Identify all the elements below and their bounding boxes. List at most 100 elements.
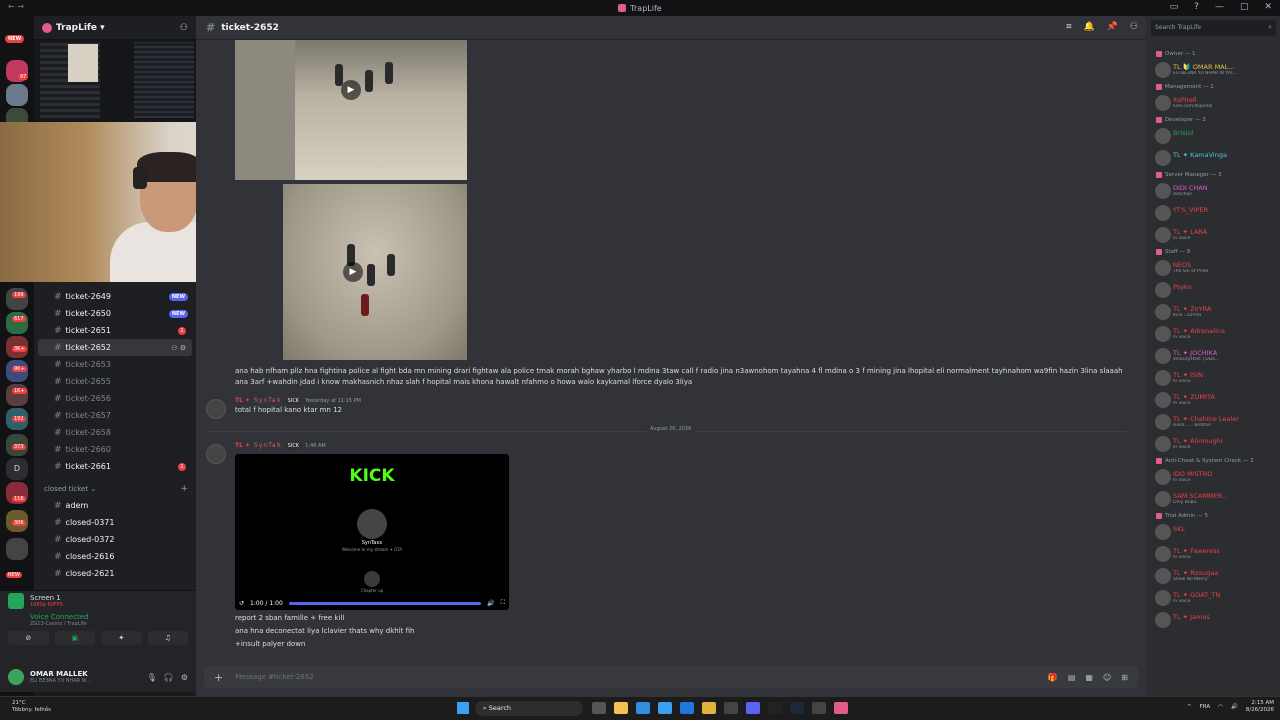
server-header[interactable]: TrapLife ▾ ⚇ xyxy=(34,16,196,40)
username[interactable]: SynTaX xyxy=(254,442,282,449)
add-channel-icon[interactable]: + xyxy=(180,484,188,494)
server-icon[interactable]: D xyxy=(6,458,28,480)
volume-icon[interactable]: 🔊 xyxy=(487,600,494,607)
member-item[interactable]: SAM SCAMMER... Only BuBu xyxy=(1146,488,1280,510)
member-item[interactable]: ItsPirell kick.com/itspirelli xyxy=(1146,92,1280,114)
member-item[interactable]: DIDI CHAN didichan xyxy=(1146,180,1280,202)
steam-icon[interactable] xyxy=(790,702,804,714)
channel-item[interactable]: # ticket-2656 xyxy=(38,390,192,407)
pin-icon[interactable]: 📌 xyxy=(1107,22,1118,32)
avatar[interactable] xyxy=(206,399,226,419)
member-item[interactable]: SKL xyxy=(1146,521,1280,543)
nav-arrows[interactable]: ← → xyxy=(8,2,24,11)
member-item[interactable]: TL ✦ JOCHIKA VelocityHost | DDo... xyxy=(1146,345,1280,367)
category-closed-ticket[interactable]: closed ticket ⌄ + xyxy=(34,481,196,497)
search-input[interactable]: Search TrapLife ⌕ xyxy=(1151,20,1276,36)
channel-item[interactable]: # ticket-2655 xyxy=(38,373,192,390)
play-icon[interactable]: ▶ xyxy=(343,262,363,282)
channel-item[interactable]: # closed-2616 xyxy=(38,548,192,565)
member-item[interactable]: TL ✦ LARA In voice xyxy=(1146,224,1280,246)
channel-item-selected[interactable]: # ticket-2652 ⚇ ⚙ xyxy=(38,339,192,356)
member-item[interactable]: IDO MISTRO In voice xyxy=(1146,466,1280,488)
close-button[interactable]: ✕ xyxy=(1264,2,1272,12)
bell-icon[interactable]: 🔔 xyxy=(1083,22,1094,32)
member-item[interactable]: TL ✦ Alimoughi In voice xyxy=(1146,433,1280,455)
message-input[interactable]: Message #ticket-2652 xyxy=(235,673,314,681)
server-icon[interactable] xyxy=(6,84,28,106)
play-icon[interactable]: ▶ xyxy=(341,80,361,100)
attach-icon[interactable]: + xyxy=(214,671,223,684)
camera-button[interactable]: ⊘ xyxy=(8,631,49,645)
inbox-icon[interactable]: ▭ xyxy=(1170,2,1179,12)
channel-item[interactable]: # closed-2621 xyxy=(38,565,192,582)
emoji-icon[interactable]: ☺ xyxy=(1103,673,1111,682)
channel-settings-icon[interactable]: ⚇ ⚙ xyxy=(171,344,186,352)
mail-icon[interactable] xyxy=(680,702,694,714)
member-item[interactable]: Psyko xyxy=(1146,279,1280,301)
member-item[interactable]: TL ✦ Faweress In voice xyxy=(1146,543,1280,565)
channel-item[interactable]: # ticket-2657 xyxy=(38,407,192,424)
channel-item[interactable]: # ticket-2661 1 xyxy=(38,458,192,475)
channel-item[interactable]: # ticket-2651 1 xyxy=(38,322,192,339)
activity-button[interactable]: ✦ xyxy=(101,631,142,645)
member-item[interactable]: Bristol xyxy=(1146,125,1280,147)
headphones-icon[interactable]: 🎧 xyxy=(164,673,174,682)
add-member-icon[interactable]: ⚇ xyxy=(180,23,188,33)
channel-item[interactable]: # ticket-2658 xyxy=(38,424,192,441)
clock[interactable]: 2:15 AM 8/26/2026 xyxy=(1246,700,1274,714)
sticker-icon[interactable]: ▦ xyxy=(1085,673,1093,682)
channel-item[interactable]: # ticket-2649 NEW xyxy=(38,288,192,305)
fullscreen-icon[interactable]: ⛶ xyxy=(501,599,505,607)
gift-icon[interactable]: 🎁 xyxy=(1048,673,1058,682)
members-icon[interactable]: ⚇ xyxy=(1130,22,1138,32)
threads-icon[interactable]: ⌗ xyxy=(1066,22,1071,32)
member-item[interactable]: TL ✦ ZUMITA In voice xyxy=(1146,389,1280,411)
video-attachment[interactable]: ▶ xyxy=(283,184,467,360)
channel-item[interactable]: # closed-0372 xyxy=(38,531,192,548)
member-item[interactable]: TL ✦ Adrenalina In voice xyxy=(1146,323,1280,345)
member-item[interactable]: NEOS The Sin of Pride xyxy=(1146,257,1280,279)
video-player[interactable]: KICK SynTaxx Welcome to my stream ✦ GTA … xyxy=(235,454,509,610)
voice-channel-label[interactable]: ZG13-Casino / TrapLife xyxy=(30,621,166,627)
start-icon[interactable] xyxy=(457,702,469,714)
member-item[interactable]: TL ✦ Chahine Lealer Hello ..... Brother xyxy=(1146,411,1280,433)
channel-item[interactable]: # closed-0371 xyxy=(38,514,192,531)
channel-item[interactable]: # ticket-2653 xyxy=(38,356,192,373)
video-attachment[interactable]: ▶ xyxy=(235,40,467,180)
store-icon[interactable] xyxy=(658,702,672,714)
maximize-button[interactable]: ▢ xyxy=(1240,2,1249,12)
member-item[interactable]: TL ✦ GOAT_TN In voice xyxy=(1146,587,1280,609)
progress-bar[interactable] xyxy=(288,601,482,605)
server-icon[interactable] xyxy=(6,538,28,560)
chevron-up-icon[interactable]: ^ xyxy=(1187,704,1192,710)
member-item[interactable]: TL ✦ KamaVinga xyxy=(1146,147,1280,169)
member-item[interactable]: TL ✦ ZoYRA Kick : ZoYRa xyxy=(1146,301,1280,323)
edge-icon[interactable] xyxy=(636,702,650,714)
member-item[interactable]: ˡIT'S_VIPER xyxy=(1146,202,1280,224)
replay-icon[interactable]: ↺ xyxy=(239,600,244,607)
screen-share-button[interactable]: ▣ xyxy=(54,631,95,645)
gif-icon[interactable]: ▤ xyxy=(1068,673,1076,682)
discord-icon[interactable] xyxy=(746,702,760,714)
app-icon[interactable] xyxy=(812,702,826,714)
apps-icon[interactable]: ⊞ xyxy=(1121,673,1128,682)
avatar[interactable] xyxy=(206,444,226,464)
mic-icon[interactable]: 🎙 xyxy=(147,673,157,682)
member-item[interactable]: TL ✦ James xyxy=(1146,609,1280,631)
channel-item[interactable]: # ticket-2660 xyxy=(38,441,192,458)
wifi-icon[interactable]: ◠ xyxy=(1218,704,1223,710)
username[interactable]: SynTaX xyxy=(254,397,282,404)
channel-item[interactable]: # ticket-2650 NEW xyxy=(38,305,192,322)
weather-widget[interactable]: 21°C Többny. felhős xyxy=(12,700,51,714)
explorer-icon[interactable] xyxy=(614,702,628,714)
taskview-icon[interactable] xyxy=(592,702,606,714)
volume-icon[interactable]: 🔊 xyxy=(1231,704,1238,710)
member-item[interactable]: TL 🔰 OMAR MAL... ELI BE3NA Y.II NHAR W YA… xyxy=(1146,59,1280,81)
soundboard-button[interactable]: ♫ xyxy=(147,631,188,645)
app-icon[interactable] xyxy=(724,702,738,714)
avatar[interactable] xyxy=(8,669,24,685)
member-item[interactable]: TL ✦ Rzougaa Show No Mercy xyxy=(1146,565,1280,587)
language-indicator[interactable]: FRA xyxy=(1200,704,1211,710)
taskbar-search[interactable]: ⌕ Search xyxy=(475,701,583,716)
minimize-button[interactable]: — xyxy=(1215,2,1224,12)
